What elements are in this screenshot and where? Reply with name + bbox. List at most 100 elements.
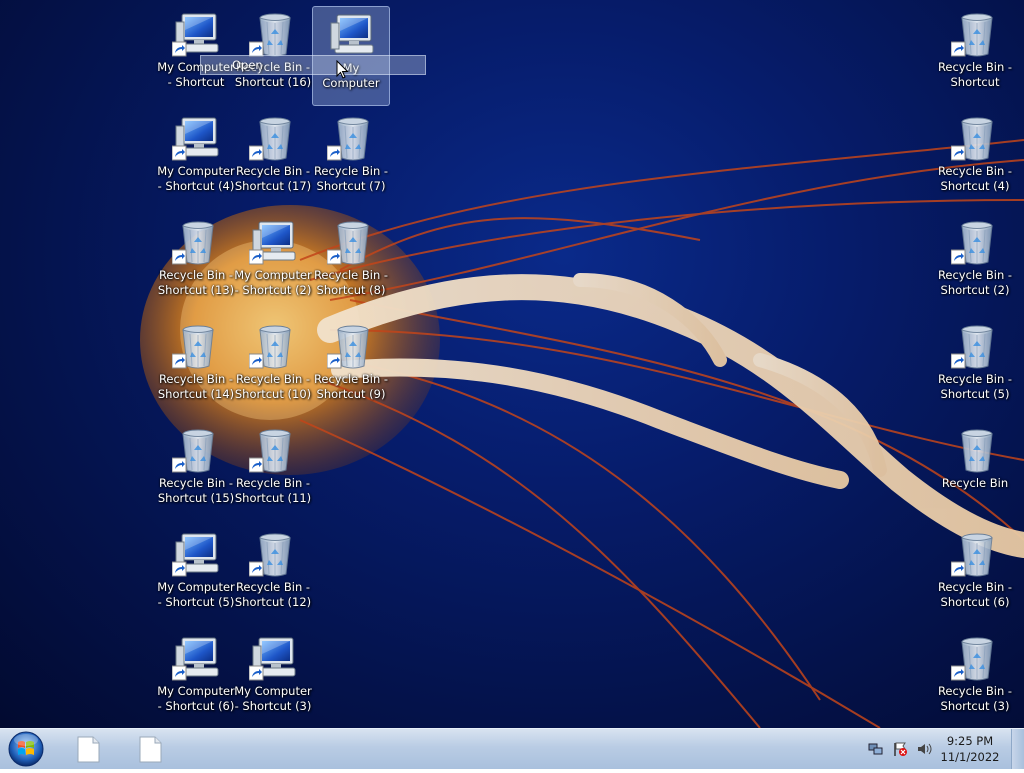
desktop-icon[interactable]: Recycle Bin - Shortcut (6) (936, 526, 1014, 626)
desktop-icon-label: Recycle Bin - Shortcut (9) (313, 372, 389, 401)
recycle-bin-icon (961, 429, 993, 473)
desktop-icon[interactable]: Recycle Bin - Shortcut (7) (312, 110, 390, 210)
desktop-icon[interactable]: My Computer - Shortcut (2) (234, 214, 312, 314)
mouse-cursor-icon (336, 60, 349, 79)
desktop-icon[interactable]: Recycle Bin - Shortcut (13) (157, 214, 235, 314)
shortcut-arrow-icon (171, 41, 187, 57)
my-computer-icon (171, 533, 219, 577)
recycle-bin-icon (248, 429, 291, 473)
desktop-icon-label: Recycle Bin - Shortcut (6) (937, 580, 1013, 609)
recycle-bin-icon (950, 114, 999, 162)
my-computer-icon (248, 637, 296, 681)
recycle-bin-icon (326, 114, 375, 162)
desktop-icon-label: Recycle Bin - Shortcut (12) (234, 580, 312, 609)
recycle-bin-icon (171, 325, 214, 369)
recycle-bin-icon (248, 13, 291, 57)
desktop-icon[interactable]: Recycle Bin - Shortcut (15) (157, 422, 235, 522)
desktop-icon-label: Recycle Bin - Shortcut (11) (234, 476, 312, 505)
desktop-icon[interactable]: Recycle Bin - Shortcut (3) (936, 630, 1014, 728)
recycle-bin-icon (951, 426, 999, 474)
recycle-bin-icon (326, 221, 369, 265)
shortcut-arrow-icon (950, 249, 966, 265)
desktop-icon-label: My Computer - Shortcut (4) (157, 164, 235, 193)
recycle-bin-icon (950, 221, 993, 265)
recycle-bin-icon (171, 221, 214, 265)
desktop-icon[interactable]: Recycle Bin - Shortcut (11) (234, 422, 312, 522)
desktop-icon[interactable]: Recycle Bin - Shortcut (2) (936, 214, 1014, 314)
recycle-bin-icon (248, 114, 297, 162)
recycle-bin-icon (248, 325, 291, 369)
shortcut-arrow-icon (248, 665, 264, 681)
desktop-icon[interactable]: Recycle Bin - Shortcut (936, 6, 1014, 106)
taskbar-button-2[interactable] (124, 732, 176, 766)
desktop-icon[interactable]: Recycle Bin - Shortcut (5) (936, 318, 1014, 418)
action-center-flag-icon[interactable] (892, 741, 908, 757)
desktop-icon[interactable]: Recycle Bin - Shortcut (10) (234, 318, 312, 418)
network-icon[interactable] (868, 741, 884, 757)
recycle-bin-icon (326, 325, 369, 369)
desktop-icon-label: My Computer - Shortcut (6) (157, 684, 235, 713)
recycle-bin-icon (950, 634, 999, 682)
desktop-icon[interactable]: Recycle Bin - Shortcut (17) (234, 110, 312, 210)
my-computer-icon (248, 218, 297, 266)
system-tray: 9:25 PM 11/1/2022 (854, 729, 1024, 769)
shortcut-arrow-icon (248, 41, 264, 57)
recycle-bin-icon (248, 533, 291, 577)
desktop-icon-label: Recycle Bin - Shortcut (5) (937, 372, 1013, 401)
desktop-icon-label: Recycle Bin - Shortcut (7) (313, 164, 389, 193)
shortcut-arrow-icon (248, 457, 264, 473)
recycle-bin-icon (950, 13, 993, 57)
shortcut-arrow-icon (248, 353, 264, 369)
recycle-bin-icon (248, 10, 297, 58)
desktop-icon[interactable]: Recycle Bin - Shortcut (9) (312, 318, 390, 418)
context-tooltip-open[interactable]: Open (232, 58, 263, 72)
desktop-icon[interactable]: My Computer - Shortcut (4) (157, 110, 235, 210)
taskbar: 9:25 PM 11/1/2022 (0, 728, 1024, 769)
recycle-bin-icon (950, 218, 999, 266)
desktop-icon[interactable]: Recycle Bin (936, 422, 1014, 522)
desktop-icon[interactable]: Recycle Bin - Shortcut (12) (234, 526, 312, 626)
desktop-icon[interactable]: My Computer - Shortcut (6) (157, 630, 235, 728)
recycle-bin-icon (950, 10, 999, 58)
desktop-icon-label: My Computer - Shortcut (3) (234, 684, 312, 713)
my-computer-icon (248, 634, 297, 682)
desktop-icon-label: Recycle Bin - Shortcut (15) (157, 476, 235, 505)
clock-time[interactable]: 9:25 PM (940, 734, 1000, 748)
desktop[interactable]: My Computer - Shortcut Recycle Bin - Sho… (0, 0, 1024, 728)
my-computer-icon (248, 221, 296, 265)
show-desktop-button[interactable] (1011, 729, 1024, 769)
recycle-bin-icon (326, 218, 375, 266)
shortcut-arrow-icon (171, 665, 187, 681)
desktop-icon[interactable]: Recycle Bin - Shortcut (8) (312, 214, 390, 314)
recycle-bin-icon (248, 530, 297, 578)
desktop-icon-label: My Computer - Shortcut (5) (157, 580, 235, 609)
desktop-icon[interactable]: My Computer - Shortcut (3) (234, 630, 312, 728)
desktop-icon[interactable]: My Computer - Shortcut (5) (157, 526, 235, 626)
shortcut-arrow-icon (171, 249, 187, 265)
taskbar-button-1[interactable] (62, 732, 114, 766)
desktop-icon-label: Recycle Bin - Shortcut (4) (937, 164, 1013, 193)
desktop-icon[interactable]: Recycle Bin - Shortcut (14) (157, 318, 235, 418)
recycle-bin-icon (326, 322, 375, 370)
my-computer-icon (171, 637, 219, 681)
shortcut-arrow-icon (950, 145, 966, 161)
recycle-bin-icon (171, 218, 220, 266)
shortcut-arrow-icon (326, 249, 342, 265)
start-button[interactable] (4, 729, 48, 769)
desktop-icon-label: My Computer - Shortcut (2) (234, 268, 312, 297)
recycle-bin-icon (248, 117, 291, 161)
my-computer-icon (171, 634, 220, 682)
recycle-bin-icon (326, 117, 369, 161)
jellyfish-wallpaper (140, 139, 1024, 728)
volume-icon[interactable] (916, 741, 932, 757)
shortcut-arrow-icon (326, 145, 342, 161)
recycle-bin-icon (248, 322, 297, 370)
recycle-bin-icon (950, 325, 993, 369)
recycle-bin-icon (171, 429, 214, 473)
recycle-bin-icon (950, 637, 993, 681)
shortcut-arrow-icon (248, 561, 264, 577)
shortcut-arrow-icon (171, 457, 187, 473)
desktop-icon[interactable]: Recycle Bin - Shortcut (4) (936, 110, 1014, 210)
clock-date[interactable]: 11/1/2022 (940, 750, 1000, 764)
desktop-icon-label: Recycle Bin - Shortcut (17) (234, 164, 312, 193)
